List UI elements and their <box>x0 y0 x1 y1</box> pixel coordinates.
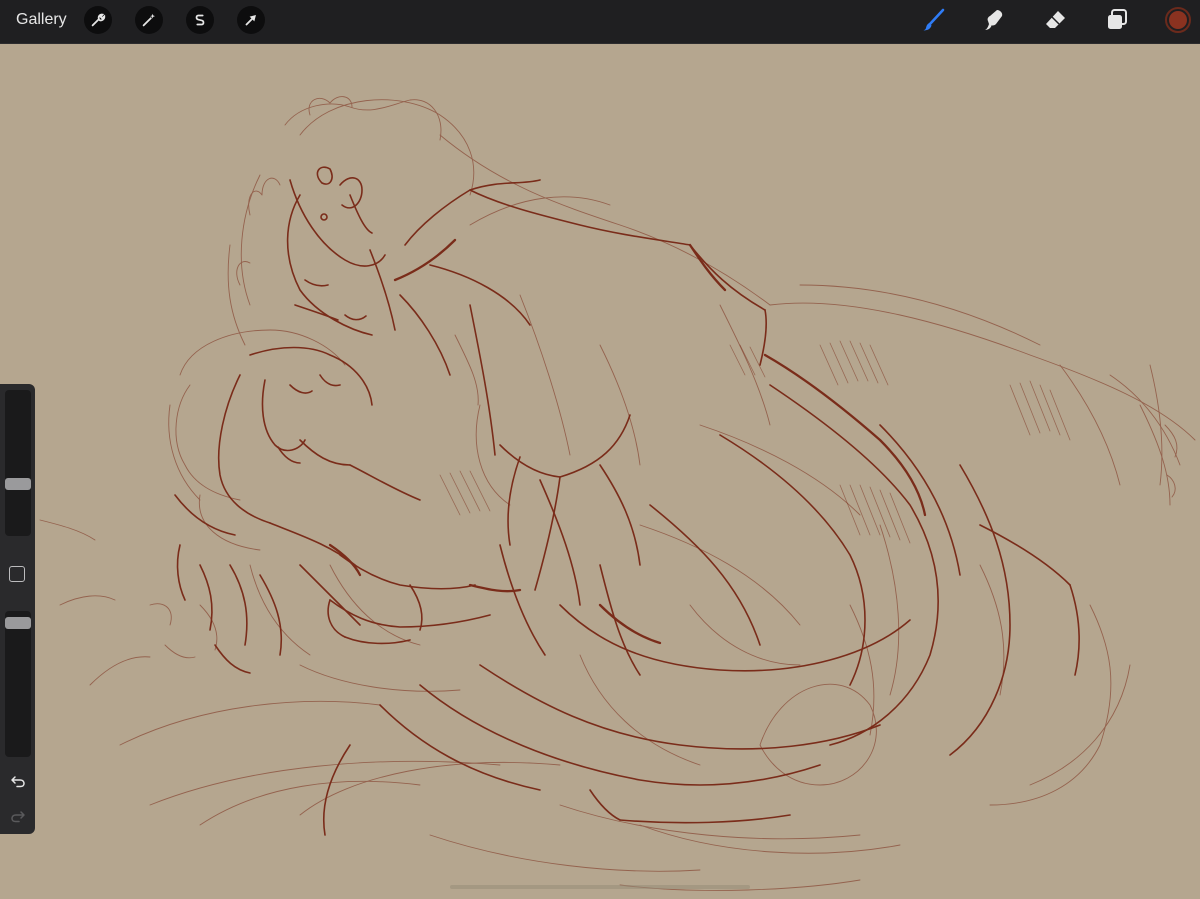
redo-button[interactable] <box>8 806 28 826</box>
undo-button[interactable] <box>8 771 28 791</box>
top-toolbar: Gallery <box>0 0 1200 44</box>
eraser-icon <box>1046 11 1065 28</box>
smudge-icon <box>985 10 1003 30</box>
active-color-swatch <box>1169 11 1187 29</box>
left-sidebar <box>0 384 35 834</box>
opacity-slider[interactable] <box>5 611 31 757</box>
selection-s-icon <box>195 14 205 26</box>
brush-size-handle[interactable] <box>5 477 31 490</box>
transform-button[interactable] <box>237 6 265 34</box>
redo-icon <box>11 811 25 823</box>
opacity-handle[interactable] <box>5 616 31 629</box>
modifier-button[interactable] <box>9 566 25 582</box>
transform-arrow-icon <box>245 15 256 26</box>
adjustments-button[interactable] <box>135 6 163 34</box>
drawing-canvas[interactable] <box>0 45 1200 899</box>
undo-icon <box>11 776 25 788</box>
magic-wand-icon <box>142 13 156 27</box>
selection-button[interactable] <box>186 6 214 34</box>
brush-tool-button[interactable] <box>918 4 950 36</box>
layers-icon <box>1108 9 1127 29</box>
gallery-button[interactable]: Gallery <box>16 10 67 30</box>
brush-icon <box>923 8 945 31</box>
home-indicator <box>450 885 750 889</box>
actions-wrench-button[interactable] <box>84 6 112 34</box>
color-picker-button[interactable] <box>1165 7 1191 33</box>
eraser-tool-button[interactable] <box>1040 4 1072 36</box>
wrench-icon <box>91 13 106 27</box>
layers-button[interactable] <box>1101 4 1133 36</box>
smudge-tool-button[interactable] <box>978 4 1010 36</box>
brush-size-slider[interactable] <box>5 390 31 536</box>
sketch-artwork <box>39 96 1196 891</box>
